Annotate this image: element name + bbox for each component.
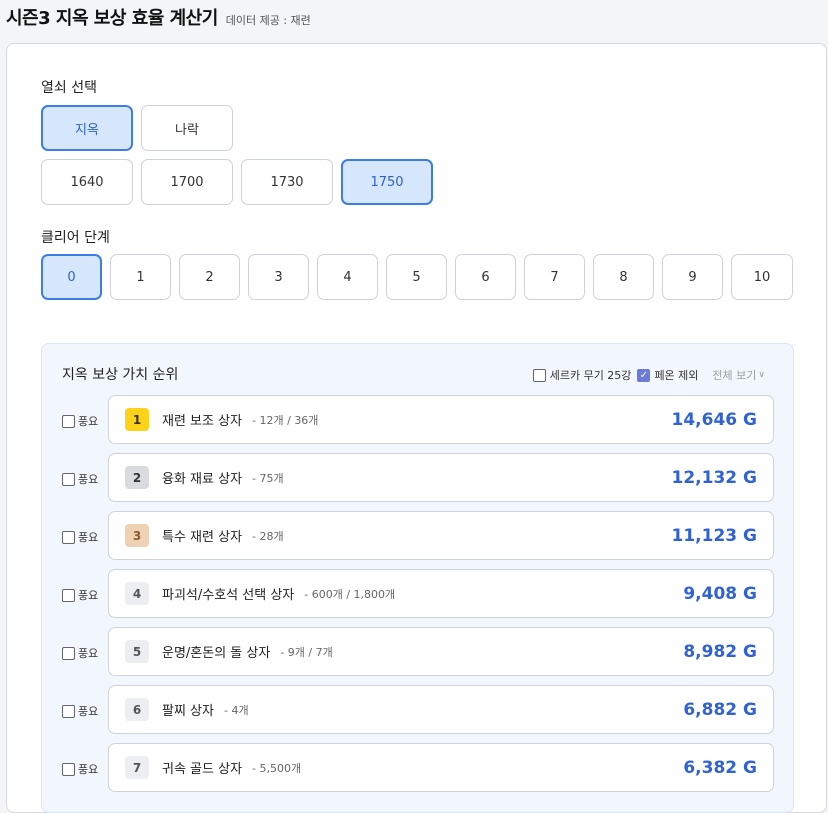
abundance-toggle[interactable]: 풍요 (62, 645, 98, 661)
ranking-row: 풍요 2 융화 재료 상자 - 75개 12,132 G (62, 453, 774, 503)
item-quantity: - 28개 (252, 529, 284, 543)
checkbox-icon[interactable] (62, 646, 75, 660)
item-name: 특수 재련 상자 (162, 530, 243, 545)
abundance-label: 풍요 (78, 589, 99, 602)
reward-ranking-panel: 지옥 보상 가치 순위 세르카 무기 25강 ✓ 페온 제외 전체 보기 ∨ 풍… (41, 343, 794, 813)
item-quantity: - 600개 / 1,800개 (304, 587, 396, 601)
abundance-label: 풍요 (78, 531, 99, 544)
clear-step-8[interactable]: 8 (593, 254, 654, 300)
checkbox-icon[interactable] (62, 530, 75, 544)
abundance-toggle[interactable]: 풍요 (62, 703, 98, 719)
abundance-label: 풍요 (78, 705, 99, 718)
level-button-1750[interactable]: 1750 (341, 159, 433, 205)
filter-label: 페온 제외 (654, 369, 699, 382)
checkbox-checked-icon[interactable]: ✓ (637, 368, 651, 382)
reward-item: 2 융화 재료 상자 - 75개 12,132 G (108, 453, 774, 502)
rank-badge: 3 (125, 524, 149, 547)
ranking-row: 풍요 6 팔찌 상자 - 4개 6,882 G (62, 685, 774, 735)
clear-step-1[interactable]: 1 (110, 254, 171, 300)
abundance-label: 풍요 (78, 647, 99, 660)
chevron-down-icon: ∨ (758, 370, 765, 380)
item-value: 9,408 G (683, 583, 757, 604)
checkbox-icon[interactable] (62, 704, 75, 718)
ranking-title: 지옥 보상 가치 순위 (62, 367, 179, 383)
checkbox-icon[interactable] (62, 472, 75, 486)
calculator-card: 열쇠 선택 지옥 나락 1640 1700 1730 1750 클리어 단계 0… (6, 43, 827, 813)
level-button-1700[interactable]: 1700 (141, 159, 233, 205)
abundance-toggle[interactable]: 풍요 (62, 761, 98, 777)
item-value: 8,982 G (683, 641, 757, 662)
view-all-label: 전체 보기 (712, 369, 757, 382)
mode-button-hell[interactable]: 지옥 (41, 105, 133, 151)
ranking-filters: 세르카 무기 25강 ✓ 페온 제외 전체 보기 ∨ (532, 367, 765, 383)
page-header: 시즌3 지옥 보상 효율 계산기 데이터 제공 : 재련 (6, 4, 311, 34)
rank-badge: 6 (125, 698, 149, 721)
item-quantity: - 5,500개 (252, 761, 302, 775)
clear-step-5[interactable]: 5 (386, 254, 447, 300)
checkbox-icon[interactable] (62, 414, 75, 428)
ranking-row: 풍요 7 귀속 골드 상자 - 5,500개 6,382 G (62, 743, 774, 793)
clear-step-4[interactable]: 4 (317, 254, 378, 300)
item-value: 6,882 G (683, 699, 757, 720)
item-quantity: - 75개 (252, 471, 284, 485)
item-name: 팔찌 상자 (162, 704, 214, 719)
view-all-dropdown[interactable]: 전체 보기 ∨ (712, 367, 765, 383)
clear-step-2[interactable]: 2 (179, 254, 240, 300)
item-value: 12,132 G (671, 467, 757, 488)
reward-item: 6 팔찌 상자 - 4개 6,882 G (108, 685, 774, 734)
abundance-toggle[interactable]: 풍요 (62, 413, 98, 429)
clear-step-7[interactable]: 7 (524, 254, 585, 300)
clear-step-3[interactable]: 3 (248, 254, 309, 300)
item-value: 11,123 G (671, 525, 757, 546)
abundance-label: 풍요 (78, 763, 99, 776)
abundance-toggle[interactable]: 풍요 (62, 529, 98, 545)
rank-badge: 2 (125, 466, 149, 489)
clear-step-10[interactable]: 10 (731, 254, 793, 300)
mode-button-abyss[interactable]: 나락 (141, 105, 233, 151)
ranking-row: 풍요 1 재련 보조 상자 - 12개 / 36개 14,646 G (62, 395, 774, 445)
level-button-1730[interactable]: 1730 (241, 159, 333, 205)
item-name: 귀속 골드 상자 (162, 762, 243, 777)
filter-exclude-peon[interactable]: ✓ 페온 제외 (637, 367, 698, 383)
ranking-row: 풍요 3 특수 재련 상자 - 28개 11,123 G (62, 511, 774, 561)
item-name: 융화 재료 상자 (162, 472, 243, 487)
abundance-label: 풍요 (78, 415, 99, 428)
item-quantity: - 4개 (223, 703, 249, 717)
key-section-label: 열쇠 선택 (41, 80, 97, 96)
filter-label: 세르카 무기 25강 (549, 369, 632, 382)
abundance-toggle[interactable]: 풍요 (62, 471, 98, 487)
item-name: 파괴석/수호석 선택 상자 (162, 588, 295, 603)
item-value: 6,382 G (683, 757, 757, 778)
item-value: 14,646 G (671, 409, 757, 430)
checkbox-icon[interactable] (62, 762, 75, 776)
reward-item: 1 재련 보조 상자 - 12개 / 36개 14,646 G (108, 395, 774, 444)
reward-item: 3 특수 재련 상자 - 28개 11,123 G (108, 511, 774, 560)
rank-badge: 1 (125, 408, 149, 431)
item-quantity: - 9개 / 7개 (280, 645, 333, 659)
data-credit: 데이터 제공 : 재련 (225, 14, 311, 27)
rank-badge: 5 (125, 640, 149, 663)
reward-item: 7 귀속 골드 상자 - 5,500개 6,382 G (108, 743, 774, 792)
checkbox-icon[interactable] (532, 368, 546, 382)
level-button-1640[interactable]: 1640 (41, 159, 133, 205)
checkbox-icon[interactable] (62, 588, 75, 602)
item-name: 운명/혼돈의 돌 상자 (162, 646, 271, 661)
abundance-toggle[interactable]: 풍요 (62, 587, 98, 603)
clear-step-9[interactable]: 9 (662, 254, 723, 300)
reward-item: 4 파괴석/수호석 선택 상자 - 600개 / 1,800개 9,408 G (108, 569, 774, 618)
abundance-label: 풍요 (78, 473, 99, 486)
clear-section-label: 클리어 단계 (41, 230, 110, 246)
filter-serka-weapon[interactable]: 세르카 무기 25강 (532, 367, 632, 383)
ranking-row: 풍요 4 파괴석/수호석 선택 상자 - 600개 / 1,800개 9,408… (62, 569, 774, 619)
reward-item: 5 운명/혼돈의 돌 상자 - 9개 / 7개 8,982 G (108, 627, 774, 676)
item-quantity: - 12개 / 36개 (252, 413, 319, 427)
clear-step-0[interactable]: 0 (41, 254, 102, 300)
rank-badge: 4 (125, 582, 149, 605)
page-title: 시즌3 지옥 보상 효율 계산기 (6, 8, 218, 29)
ranking-row: 풍요 5 운명/혼돈의 돌 상자 - 9개 / 7개 8,982 G (62, 627, 774, 677)
item-name: 재련 보조 상자 (162, 414, 243, 429)
rank-badge: 7 (125, 756, 149, 779)
clear-step-6[interactable]: 6 (455, 254, 516, 300)
